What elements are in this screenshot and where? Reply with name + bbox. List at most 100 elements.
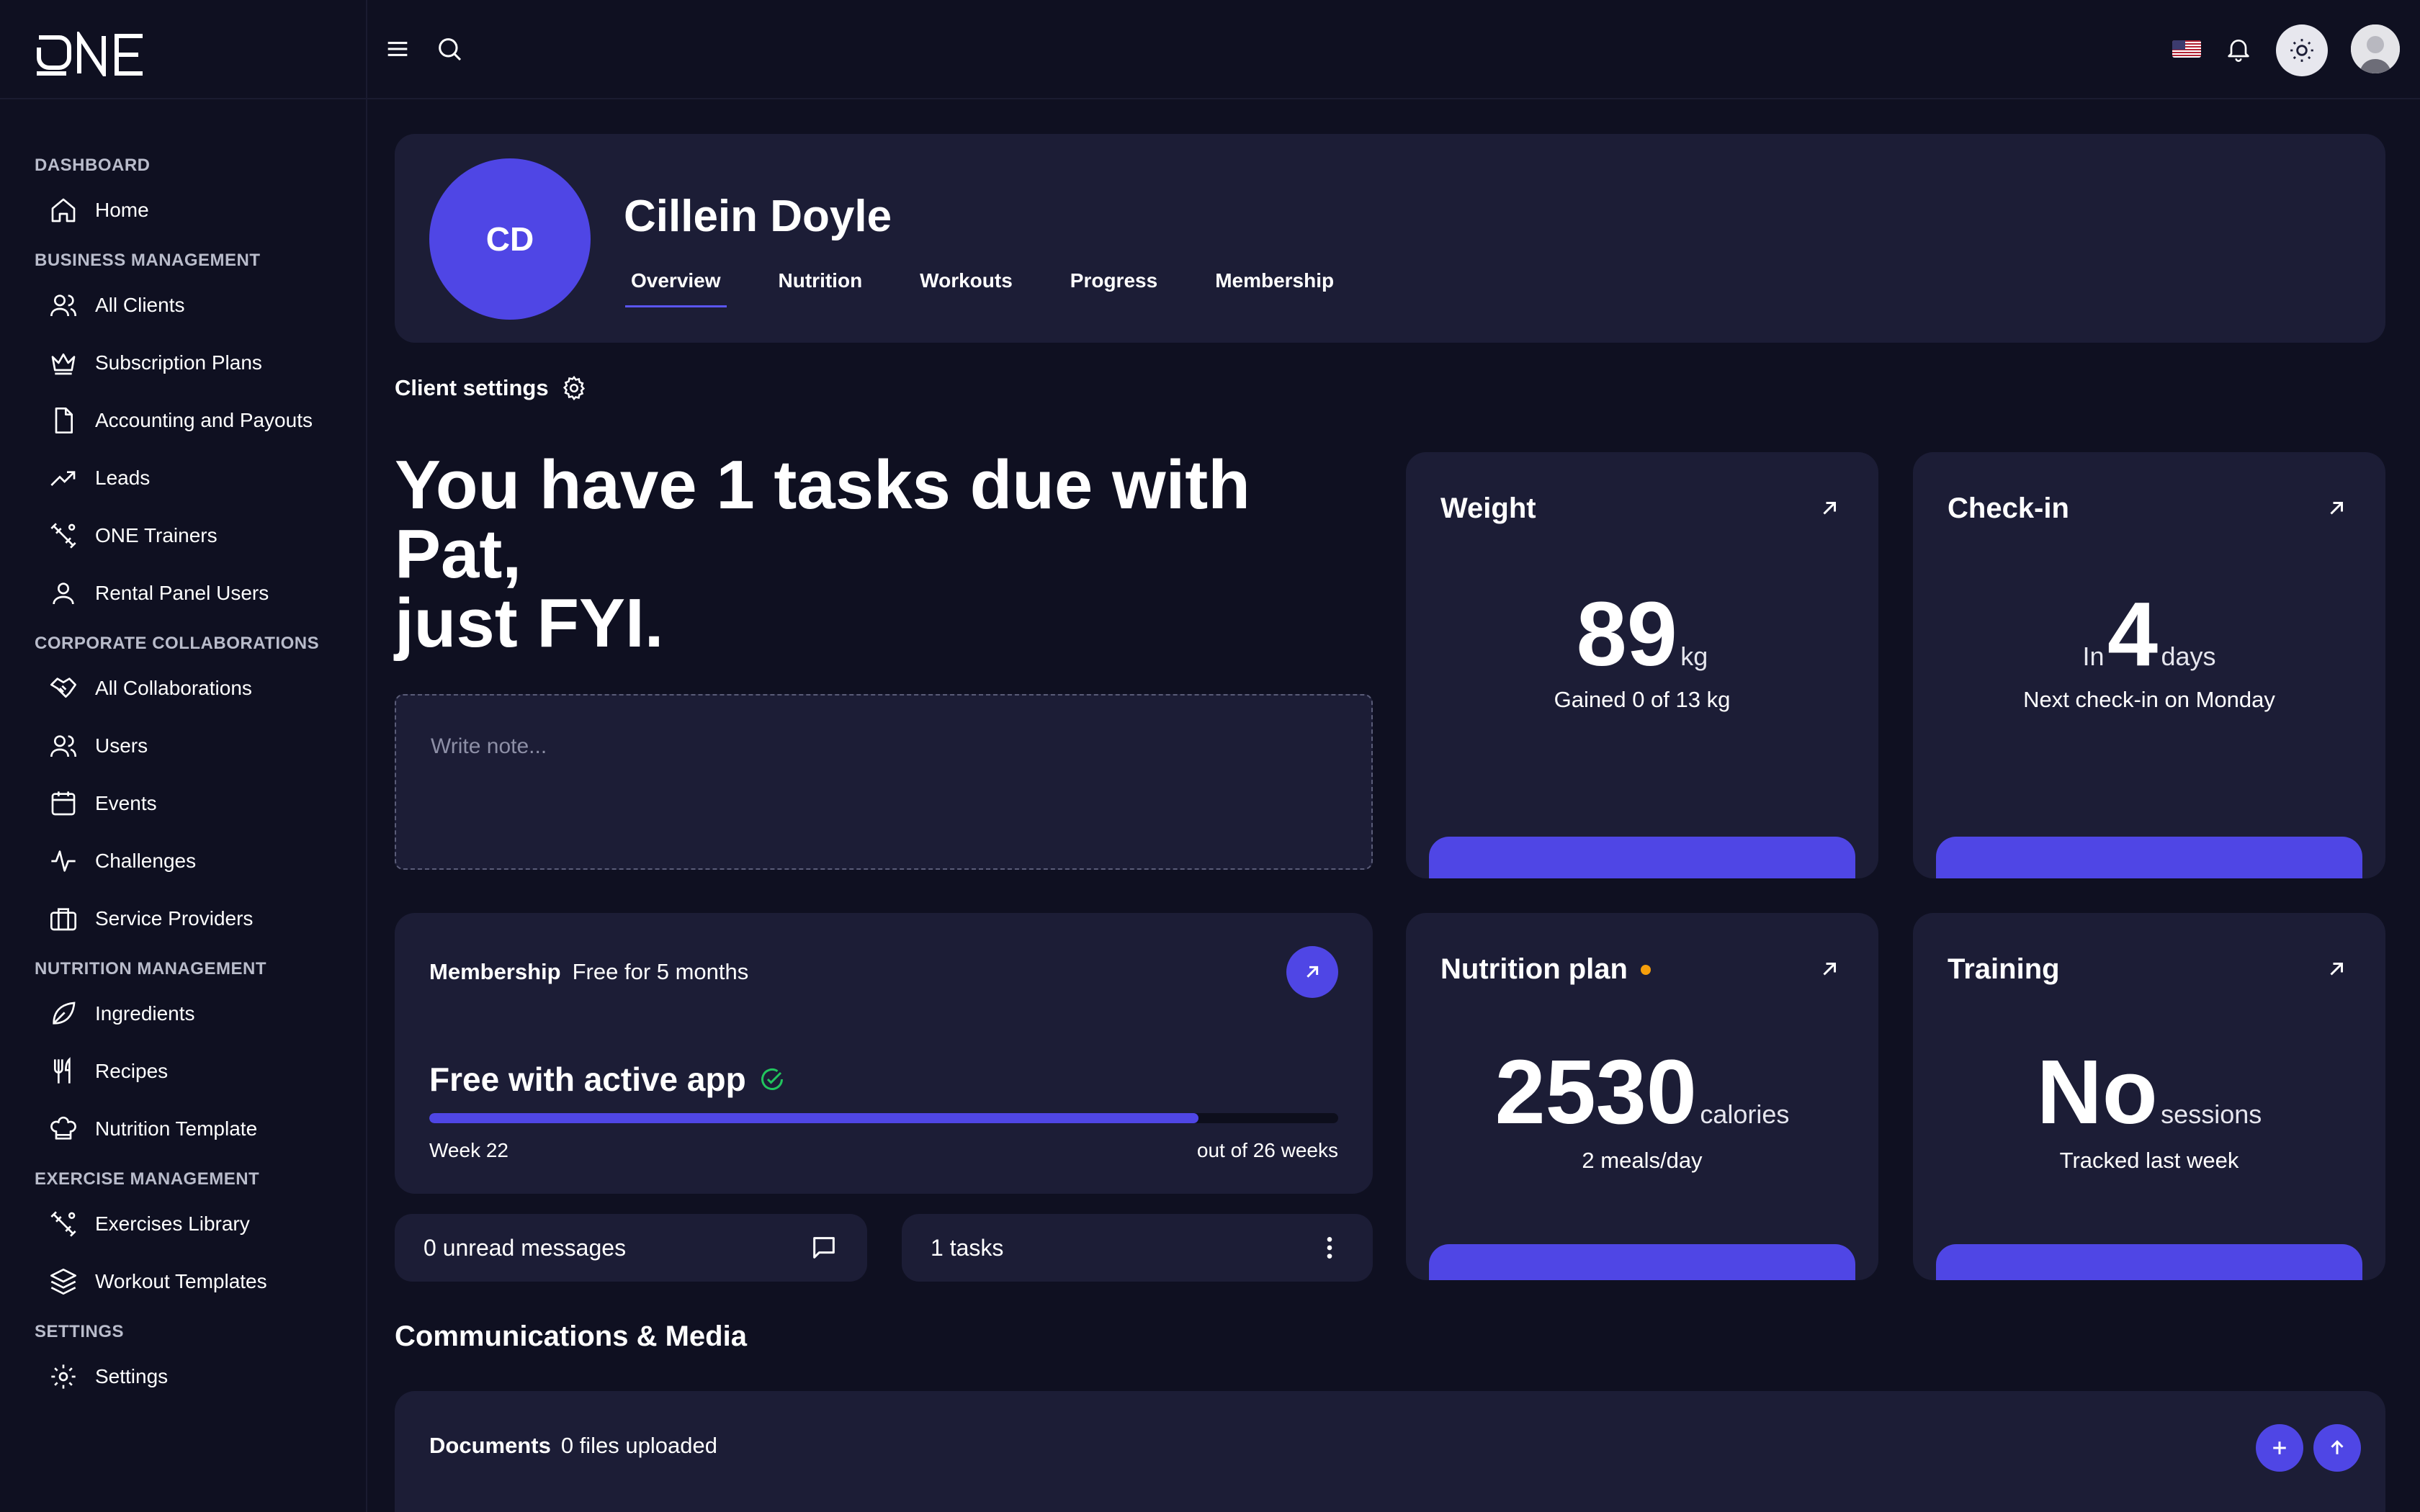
sidebar-item-settings[interactable]: Settings — [0, 1348, 366, 1405]
layers-icon — [50, 1269, 76, 1295]
notifications-button[interactable] — [2221, 32, 2256, 66]
menu-button[interactable] — [380, 32, 415, 66]
client-settings-button[interactable]: Client settings — [395, 374, 588, 402]
checkin-value-row: In 4 days — [1913, 589, 2385, 680]
sidebar-item-label: Users — [95, 734, 148, 757]
weight-card[interactable]: Weight 89 kg Gained 0 of 13 kg — [1406, 452, 1878, 878]
sidebar-item-accounting[interactable]: Accounting and Payouts — [0, 392, 366, 449]
arrow-up-right-icon[interactable] — [2323, 956, 2349, 982]
unread-messages-button[interactable]: 0 unread messages — [395, 1214, 867, 1282]
status-dot — [1640, 964, 1651, 975]
sidebar-item-home[interactable]: Home — [0, 181, 366, 239]
sidebar-item-service-providers[interactable]: Service Providers — [0, 890, 366, 948]
nutrition-action-bar[interactable] — [1429, 1244, 1855, 1280]
sidebar-item-label: Leads — [95, 467, 151, 489]
sidebar-item-all-collaborations[interactable]: All Collaborations — [0, 660, 366, 717]
tasks-label: 1 tasks — [931, 1234, 1004, 1261]
app-root: DASHBOARD Home BUSINESS MANAGEMENT All C… — [0, 0, 2420, 1512]
tasks-button[interactable]: 1 tasks — [902, 1214, 1373, 1282]
sidebar-item-ingredients[interactable]: Ingredients — [0, 985, 366, 1043]
sidebar-item-users[interactable]: Users — [0, 717, 366, 775]
communications-section-title: Communications & Media — [395, 1320, 747, 1352]
tab-membership[interactable]: Membership — [1209, 269, 1340, 307]
membership-status-text: Free with active app — [429, 1061, 746, 1098]
arrow-up-right-icon[interactable] — [1816, 495, 1842, 521]
upload-document-button[interactable] — [2313, 1424, 2361, 1472]
dumbbell-icon — [50, 1211, 76, 1237]
activity-icon — [51, 850, 76, 872]
client-settings-label: Client settings — [395, 375, 549, 400]
weight-value-row: 89 kg — [1406, 589, 1878, 680]
weight-action-bar[interactable] — [1429, 837, 1855, 878]
sidebar-item-subscription-plans[interactable]: Subscription Plans — [0, 334, 366, 392]
nav-section-title: EXERCISE MANAGEMENT — [35, 1169, 260, 1189]
sidebar-item-exercises-library[interactable]: Exercises Library — [0, 1195, 366, 1253]
sidebar-item-recipes[interactable]: Recipes — [0, 1043, 366, 1100]
membership-open-button[interactable] — [1286, 946, 1338, 998]
nav-section-dashboard: DASHBOARD Home — [0, 150, 366, 239]
sidebar-item-challenges[interactable]: Challenges — [0, 832, 366, 890]
add-document-button[interactable] — [2256, 1424, 2303, 1472]
checkin-title: Check-in — [1948, 492, 2069, 524]
user-avatar[interactable] — [2351, 24, 2400, 73]
headline-line-2: Pat, — [395, 516, 522, 593]
checkin-card[interactable]: Check-in In 4 days Next check-in on Mond… — [1913, 452, 2385, 878]
sidebar-item-workout-templates[interactable]: Workout Templates — [0, 1253, 366, 1310]
sidebar-item-events[interactable]: Events — [0, 775, 366, 832]
users-icon — [50, 735, 76, 757]
checkin-action-bar[interactable] — [1936, 837, 2362, 878]
plus-icon — [2273, 1441, 2286, 1454]
language-flag-button[interactable] — [2172, 40, 2201, 58]
note-textarea[interactable]: Write note... — [395, 694, 1373, 870]
tab-progress[interactable]: Progress — [1065, 269, 1163, 307]
client-name: Cillein Doyle — [624, 192, 892, 241]
nav-section-title: DASHBOARD — [35, 156, 151, 175]
sidebar-item-label: All Clients — [95, 294, 185, 316]
sidebar-item-label: All Collaborations — [95, 677, 252, 699]
menu-icon — [387, 42, 408, 56]
tab-workouts[interactable]: Workouts — [914, 269, 1018, 307]
training-card[interactable]: Training No sessions Tracked last week — [1913, 913, 2385, 1280]
sidebar-item-all-clients[interactable]: All Clients — [0, 276, 366, 334]
search-button[interactable] — [432, 32, 467, 66]
us-flag-icon — [2172, 40, 2201, 58]
sidebar-item-rental-panel-users[interactable]: Rental Panel Users — [0, 564, 366, 622]
sidebar: DASHBOARD Home BUSINESS MANAGEMENT All C… — [0, 0, 367, 1512]
training-unit: sessions — [2161, 1099, 2262, 1129]
membership-label: Membership — [429, 959, 561, 984]
nav-section-corporate: CORPORATE COLLABORATIONS All Collaborati… — [0, 628, 366, 948]
membership-week-current: Week 22 — [429, 1139, 508, 1161]
documents-label: Documents — [429, 1433, 551, 1458]
theme-toggle-button[interactable] — [2276, 24, 2328, 76]
user-icon — [53, 582, 74, 605]
nutrition-subtext: 2 meals/day — [1582, 1148, 1703, 1173]
membership-card: Membership Free for 5 months Free with ac… — [395, 913, 1373, 1194]
nutrition-plan-card[interactable]: Nutrition plan 2530 calories 2 meals/day — [1406, 913, 1878, 1280]
sidebar-item-nutrition-template[interactable]: Nutrition Template — [0, 1100, 366, 1158]
arrow-up-right-icon[interactable] — [2323, 495, 2349, 521]
sidebar-item-label: Nutrition Template — [95, 1117, 258, 1140]
headline-line-3: just FYI. — [395, 585, 664, 662]
training-title: Training — [1948, 953, 2060, 985]
weight-subtext: Gained 0 of 13 kg — [1554, 687, 1731, 712]
membership-header: Membership Free for 5 months — [429, 959, 748, 985]
arrow-up-icon — [2331, 1440, 2344, 1454]
checkin-unit: days — [2161, 642, 2216, 671]
home-icon — [51, 198, 76, 222]
arrow-up-right-icon[interactable] — [1816, 956, 1842, 982]
app-logo[interactable] — [35, 28, 150, 81]
handshake-icon — [50, 678, 76, 698]
briefcase-icon — [50, 908, 76, 931]
sidebar-item-label: Events — [95, 792, 157, 814]
sidebar-item-one-trainers[interactable]: ONE Trainers — [0, 507, 366, 564]
chef-hat-icon — [50, 1116, 76, 1140]
note-placeholder: Write note... — [431, 734, 547, 758]
sidebar-item-leads[interactable]: Leads — [0, 449, 366, 507]
more-vertical-icon[interactable] — [1315, 1233, 1344, 1262]
training-action-bar[interactable] — [1936, 1244, 2362, 1280]
sidebar-item-label: Rental Panel Users — [95, 582, 269, 604]
tab-nutrition[interactable]: Nutrition — [773, 269, 869, 307]
sidebar-nav: DASHBOARD Home BUSINESS MANAGEMENT All C… — [0, 150, 366, 1405]
training-value-row: No sessions — [1913, 1047, 2385, 1138]
tab-overview[interactable]: Overview — [625, 269, 727, 307]
